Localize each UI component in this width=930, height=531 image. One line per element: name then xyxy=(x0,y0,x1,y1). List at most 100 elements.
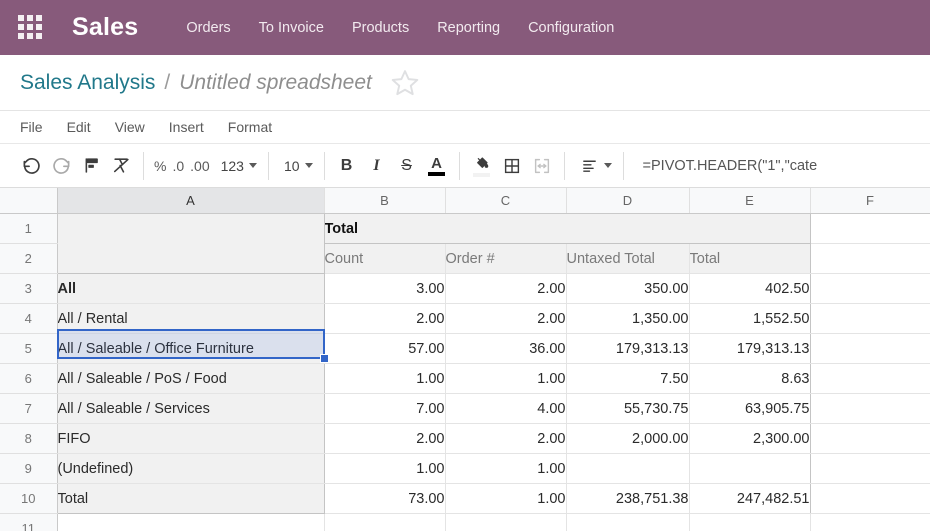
cell-e2-total-header[interactable]: Total xyxy=(689,243,811,274)
nav-item-configuration[interactable]: Configuration xyxy=(528,20,614,36)
undo-icon[interactable] xyxy=(16,152,46,180)
row-header-10[interactable]: 10 xyxy=(0,483,58,514)
cell-c8[interactable]: 2.00 xyxy=(445,423,567,454)
row-header-6[interactable]: 6 xyxy=(0,363,58,394)
column-header-b[interactable]: B xyxy=(324,188,446,214)
cell-f5[interactable] xyxy=(810,333,930,364)
cell-b3[interactable]: 3.00 xyxy=(324,273,446,304)
cell-e4[interactable]: 1,552.50 xyxy=(689,303,811,334)
cell-c7[interactable]: 4.00 xyxy=(445,393,567,424)
font-size-dropdown[interactable]: 10 xyxy=(276,158,317,174)
breadcrumb-root-link[interactable]: Sales Analysis xyxy=(20,71,155,95)
column-header-d[interactable]: D xyxy=(566,188,690,214)
cell-b8[interactable]: 2.00 xyxy=(324,423,446,454)
nav-item-products[interactable]: Products xyxy=(352,20,409,36)
strikethrough-button[interactable]: S xyxy=(392,152,422,180)
column-header-f[interactable]: F xyxy=(810,188,930,214)
cell-b6[interactable]: 1.00 xyxy=(324,363,446,394)
row-header-1[interactable]: 1 xyxy=(0,213,58,244)
row-header-4[interactable]: 4 xyxy=(0,303,58,334)
row-header-11[interactable]: 11 xyxy=(0,513,58,531)
cell-b4[interactable]: 2.00 xyxy=(324,303,446,334)
cell-b2-count-header[interactable]: Count xyxy=(324,243,446,274)
spreadsheet-grid[interactable]: A B C D E F 1 Total 2 Count Order # Unta… xyxy=(0,188,930,531)
row-header-2[interactable]: 2 xyxy=(0,243,58,274)
menu-file[interactable]: File xyxy=(20,119,43,135)
italic-button[interactable]: I xyxy=(362,152,392,180)
row-header-7[interactable]: 7 xyxy=(0,393,58,424)
cell-f1[interactable] xyxy=(810,213,930,244)
cell-c3[interactable]: 2.00 xyxy=(445,273,567,304)
cell-e9[interactable] xyxy=(689,453,811,484)
number-format-dropdown[interactable]: 123 xyxy=(213,158,261,174)
row-header-9[interactable]: 9 xyxy=(0,453,58,484)
bold-button[interactable]: B xyxy=(332,152,362,180)
star-outline-icon[interactable] xyxy=(390,68,420,97)
cell-f3[interactable] xyxy=(810,273,930,304)
cell-b10[interactable]: 73.00 xyxy=(324,483,446,514)
decrease-decimal-button[interactable]: .0 xyxy=(169,158,187,174)
menu-insert[interactable]: Insert xyxy=(169,119,204,135)
menu-format[interactable]: Format xyxy=(228,119,272,135)
clear-format-icon[interactable] xyxy=(106,152,136,180)
cell-f6[interactable] xyxy=(810,363,930,394)
cell-c11[interactable] xyxy=(445,513,567,531)
cell-a3-label[interactable]: All xyxy=(57,273,325,304)
cell-e10[interactable]: 247,482.51 xyxy=(689,483,811,514)
paint-format-icon[interactable] xyxy=(76,152,106,180)
cell-d4[interactable]: 1,350.00 xyxy=(566,303,690,334)
cell-a9-label[interactable]: (Undefined) xyxy=(57,453,325,484)
cell-a11[interactable] xyxy=(57,513,325,531)
cell-c9[interactable]: 1.00 xyxy=(445,453,567,484)
cell-d3[interactable]: 350.00 xyxy=(566,273,690,304)
cell-f2[interactable] xyxy=(810,243,930,274)
cell-f4[interactable] xyxy=(810,303,930,334)
nav-item-to-invoice[interactable]: To Invoice xyxy=(259,20,324,36)
cell-f9[interactable] xyxy=(810,453,930,484)
increase-decimal-button[interactable]: .00 xyxy=(187,158,212,174)
cell-e3[interactable]: 402.50 xyxy=(689,273,811,304)
cell-a8-label[interactable]: FIFO xyxy=(57,423,325,454)
cell-a6-label[interactable]: All / Saleable / PoS / Food xyxy=(57,363,325,394)
redo-icon[interactable] xyxy=(46,152,76,180)
spreadsheet-name[interactable]: Untitled spreadsheet xyxy=(179,71,372,95)
menu-edit[interactable]: Edit xyxy=(67,119,91,135)
cell-b11[interactable] xyxy=(324,513,446,531)
cell-a1[interactable] xyxy=(57,213,325,244)
column-header-e[interactable]: E xyxy=(689,188,811,214)
column-header-c[interactable]: C xyxy=(445,188,567,214)
cell-a7-label[interactable]: All / Saleable / Services xyxy=(57,393,325,424)
fill-color-button[interactable] xyxy=(467,152,497,180)
merge-cells-icon[interactable] xyxy=(527,152,557,180)
menu-view[interactable]: View xyxy=(115,119,145,135)
cell-b7[interactable]: 7.00 xyxy=(324,393,446,424)
column-header-a[interactable]: A xyxy=(57,188,325,214)
cell-f10[interactable] xyxy=(810,483,930,514)
nav-item-reporting[interactable]: Reporting xyxy=(437,20,500,36)
cell-c10[interactable]: 1.00 xyxy=(445,483,567,514)
cell-a5-label[interactable]: All / Saleable / Office Furniture xyxy=(57,333,325,364)
cell-e6[interactable]: 8.63 xyxy=(689,363,811,394)
cell-e7[interactable]: 63,905.75 xyxy=(689,393,811,424)
cell-a2[interactable] xyxy=(57,243,325,274)
cell-d6[interactable]: 7.50 xyxy=(566,363,690,394)
cell-d2-untaxed-total-header[interactable]: Untaxed Total xyxy=(566,243,690,274)
cell-c2-order-header[interactable]: Order # xyxy=(445,243,567,274)
cell-f8[interactable] xyxy=(810,423,930,454)
row-header-3[interactable]: 3 xyxy=(0,273,58,304)
align-dropdown[interactable] xyxy=(572,157,616,174)
cell-f7[interactable] xyxy=(810,393,930,424)
cell-e11[interactable] xyxy=(689,513,811,531)
borders-grid-icon[interactable] xyxy=(497,152,527,180)
formula-input[interactable]: =PIVOT.HEADER("1","cate xyxy=(631,158,930,174)
cell-f11[interactable] xyxy=(810,513,930,531)
cell-d11[interactable] xyxy=(566,513,690,531)
row-header-8[interactable]: 8 xyxy=(0,423,58,454)
app-brand-sales[interactable]: Sales xyxy=(72,13,138,42)
cell-d8[interactable]: 2,000.00 xyxy=(566,423,690,454)
cell-a4-label[interactable]: All / Rental xyxy=(57,303,325,334)
format-percent-button[interactable]: % xyxy=(151,158,169,174)
cell-d7[interactable]: 55,730.75 xyxy=(566,393,690,424)
text-color-button[interactable]: A xyxy=(422,152,452,180)
apps-grid-icon[interactable] xyxy=(18,14,44,41)
